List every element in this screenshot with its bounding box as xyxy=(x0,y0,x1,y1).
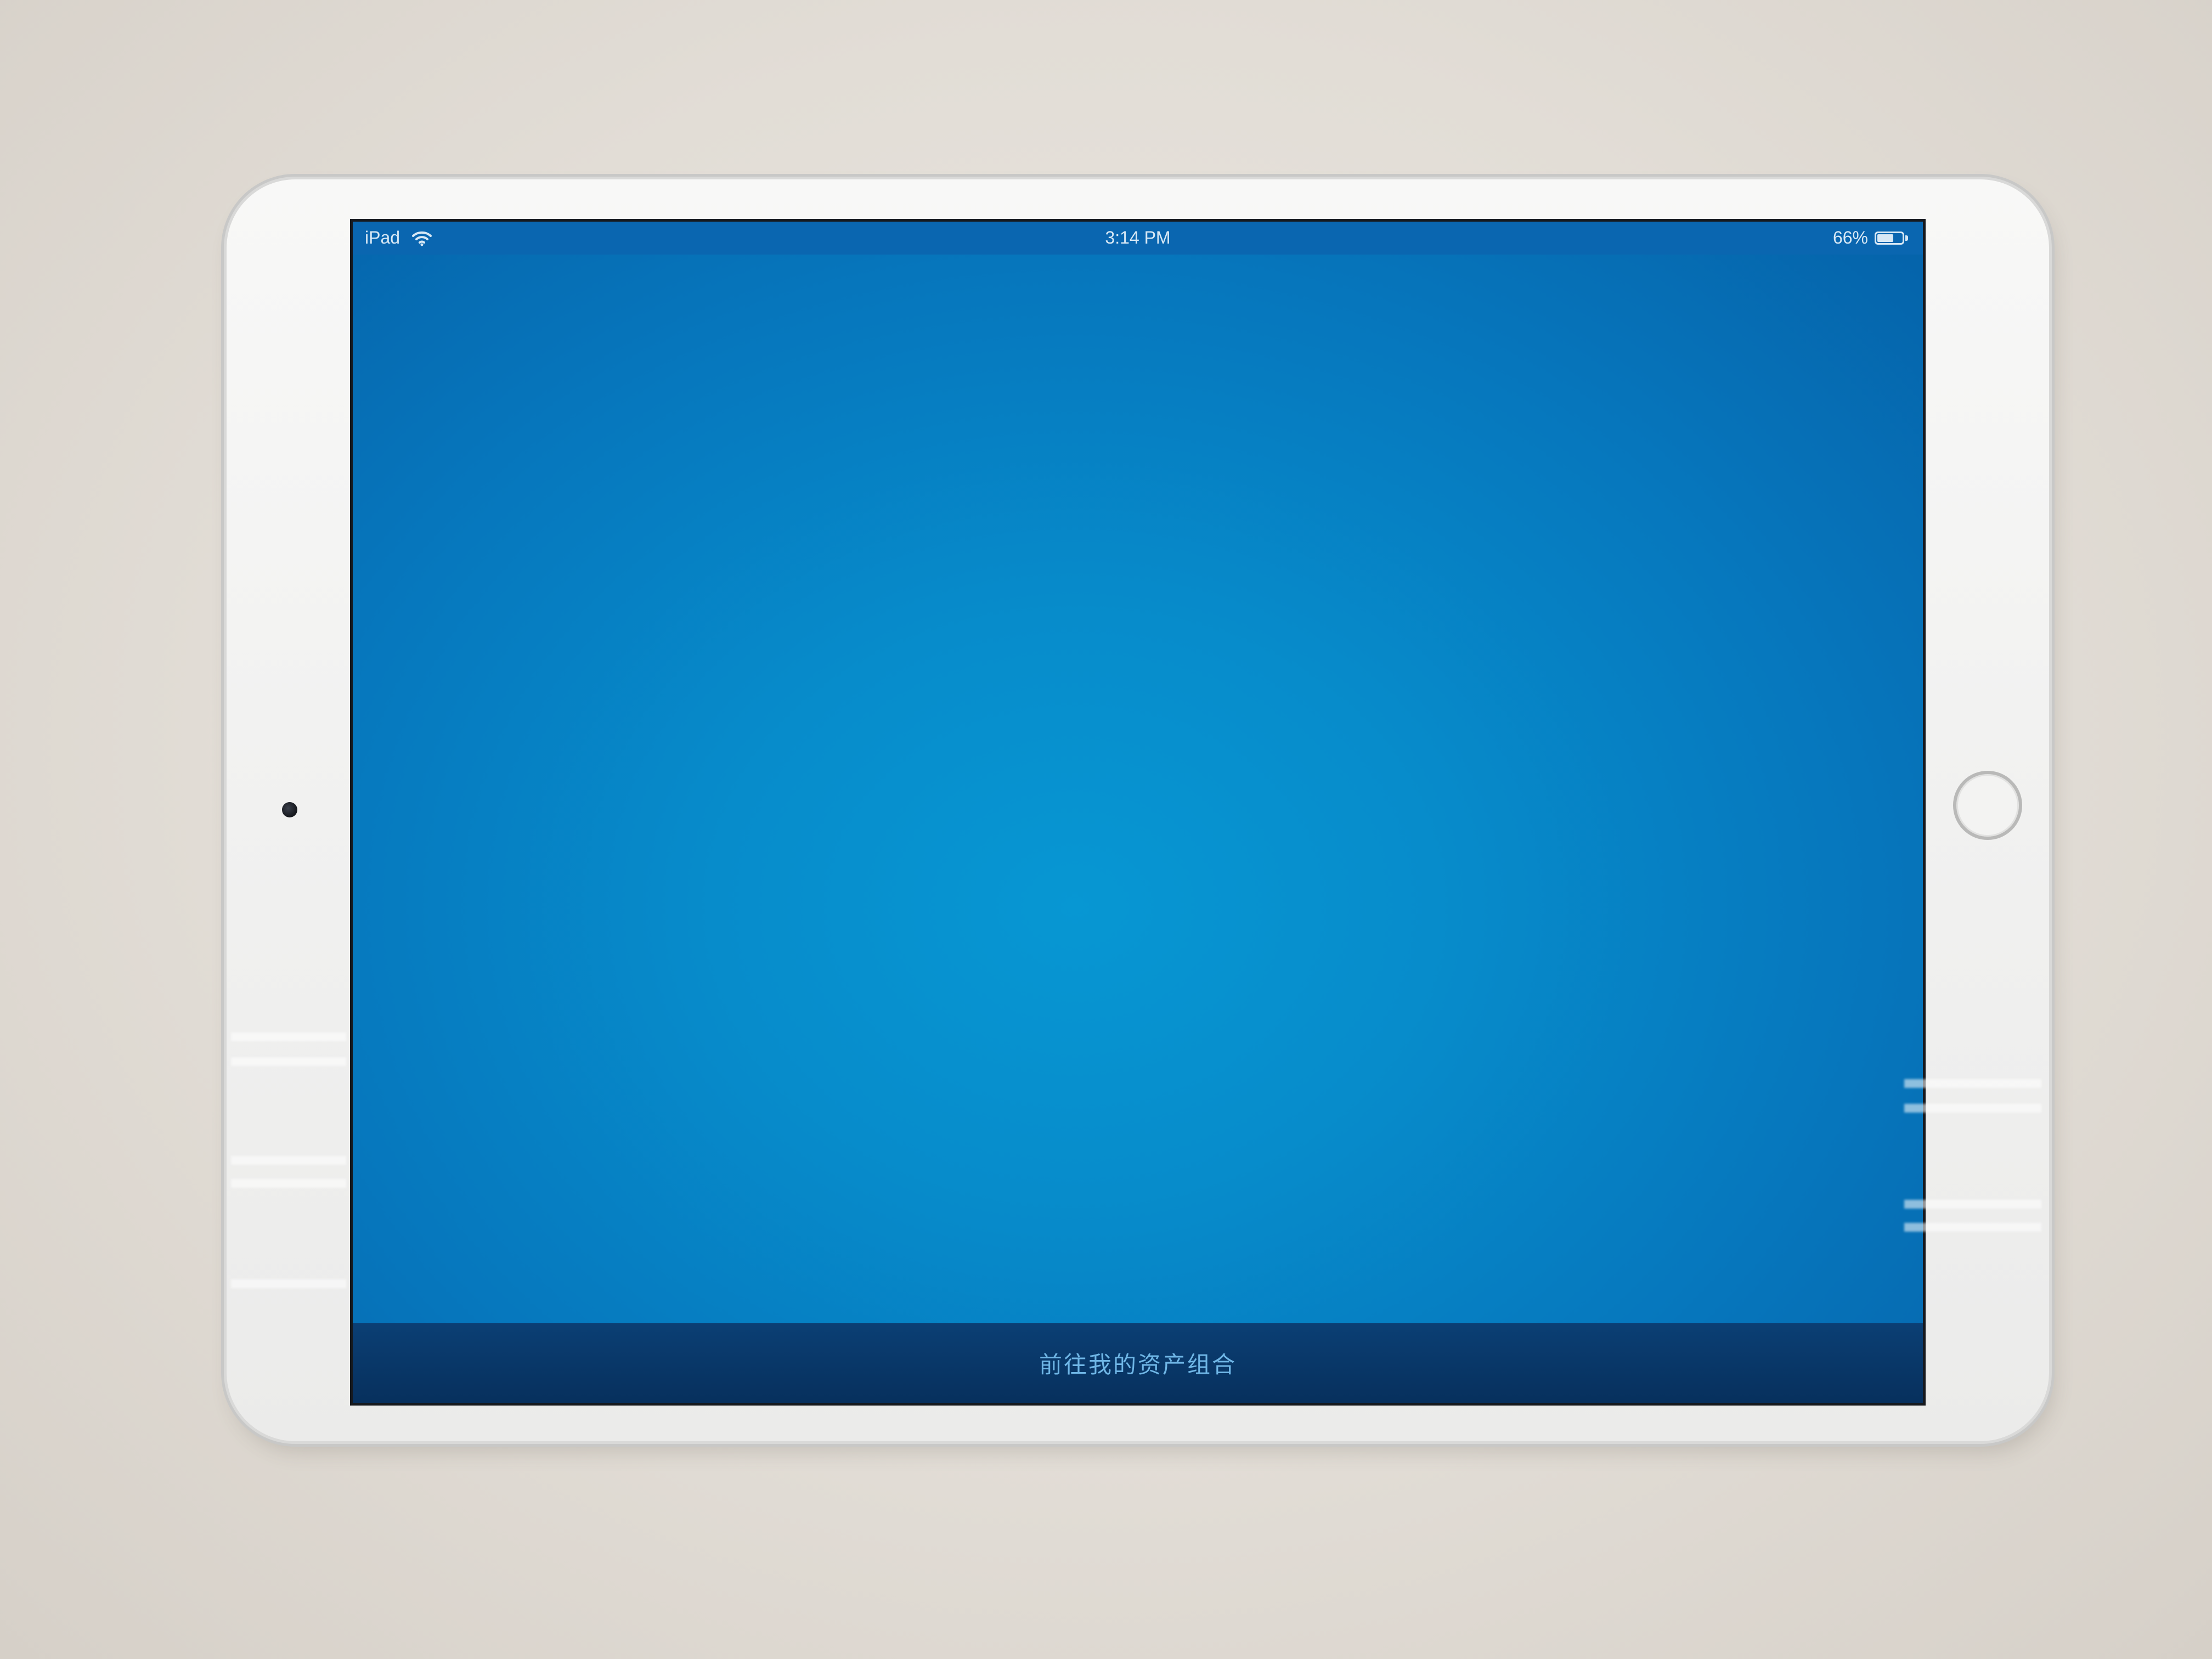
ipad-device: iPad 3:14 PM 66% 前往我的资产组合 xyxy=(227,179,2049,1441)
battery-fill xyxy=(1877,234,1893,242)
battery-percent: 66% xyxy=(1832,228,1868,247)
battery-tip xyxy=(1905,235,1908,241)
battery-icon xyxy=(1875,230,1910,246)
glare-reflection xyxy=(1904,1200,2041,1209)
app-screen: iPad 3:14 PM 66% 前往我的资产组合 xyxy=(353,222,1923,1403)
go-to-portfolio-button[interactable]: 前往我的资产组合 xyxy=(353,1323,1923,1403)
glare-reflection xyxy=(231,1032,346,1041)
status-time: 3:14 PM xyxy=(1105,228,1171,247)
glare-reflection xyxy=(1904,1104,2041,1113)
glare-reflection xyxy=(231,1179,346,1188)
glare-reflection xyxy=(231,1279,346,1288)
status-bar: iPad 3:14 PM 66% xyxy=(353,222,1923,255)
glare-reflection xyxy=(231,1057,346,1066)
glare-reflection xyxy=(1904,1223,2041,1232)
front-camera xyxy=(282,802,297,817)
status-right: 66% xyxy=(1833,228,1910,248)
glare-reflection xyxy=(1904,1079,2041,1088)
main-content-area xyxy=(353,255,1923,1323)
go-to-portfolio-label: 前往我的资产组合 xyxy=(1039,1352,1237,1378)
glare-reflection xyxy=(231,1156,346,1165)
home-button[interactable] xyxy=(1953,771,2022,840)
